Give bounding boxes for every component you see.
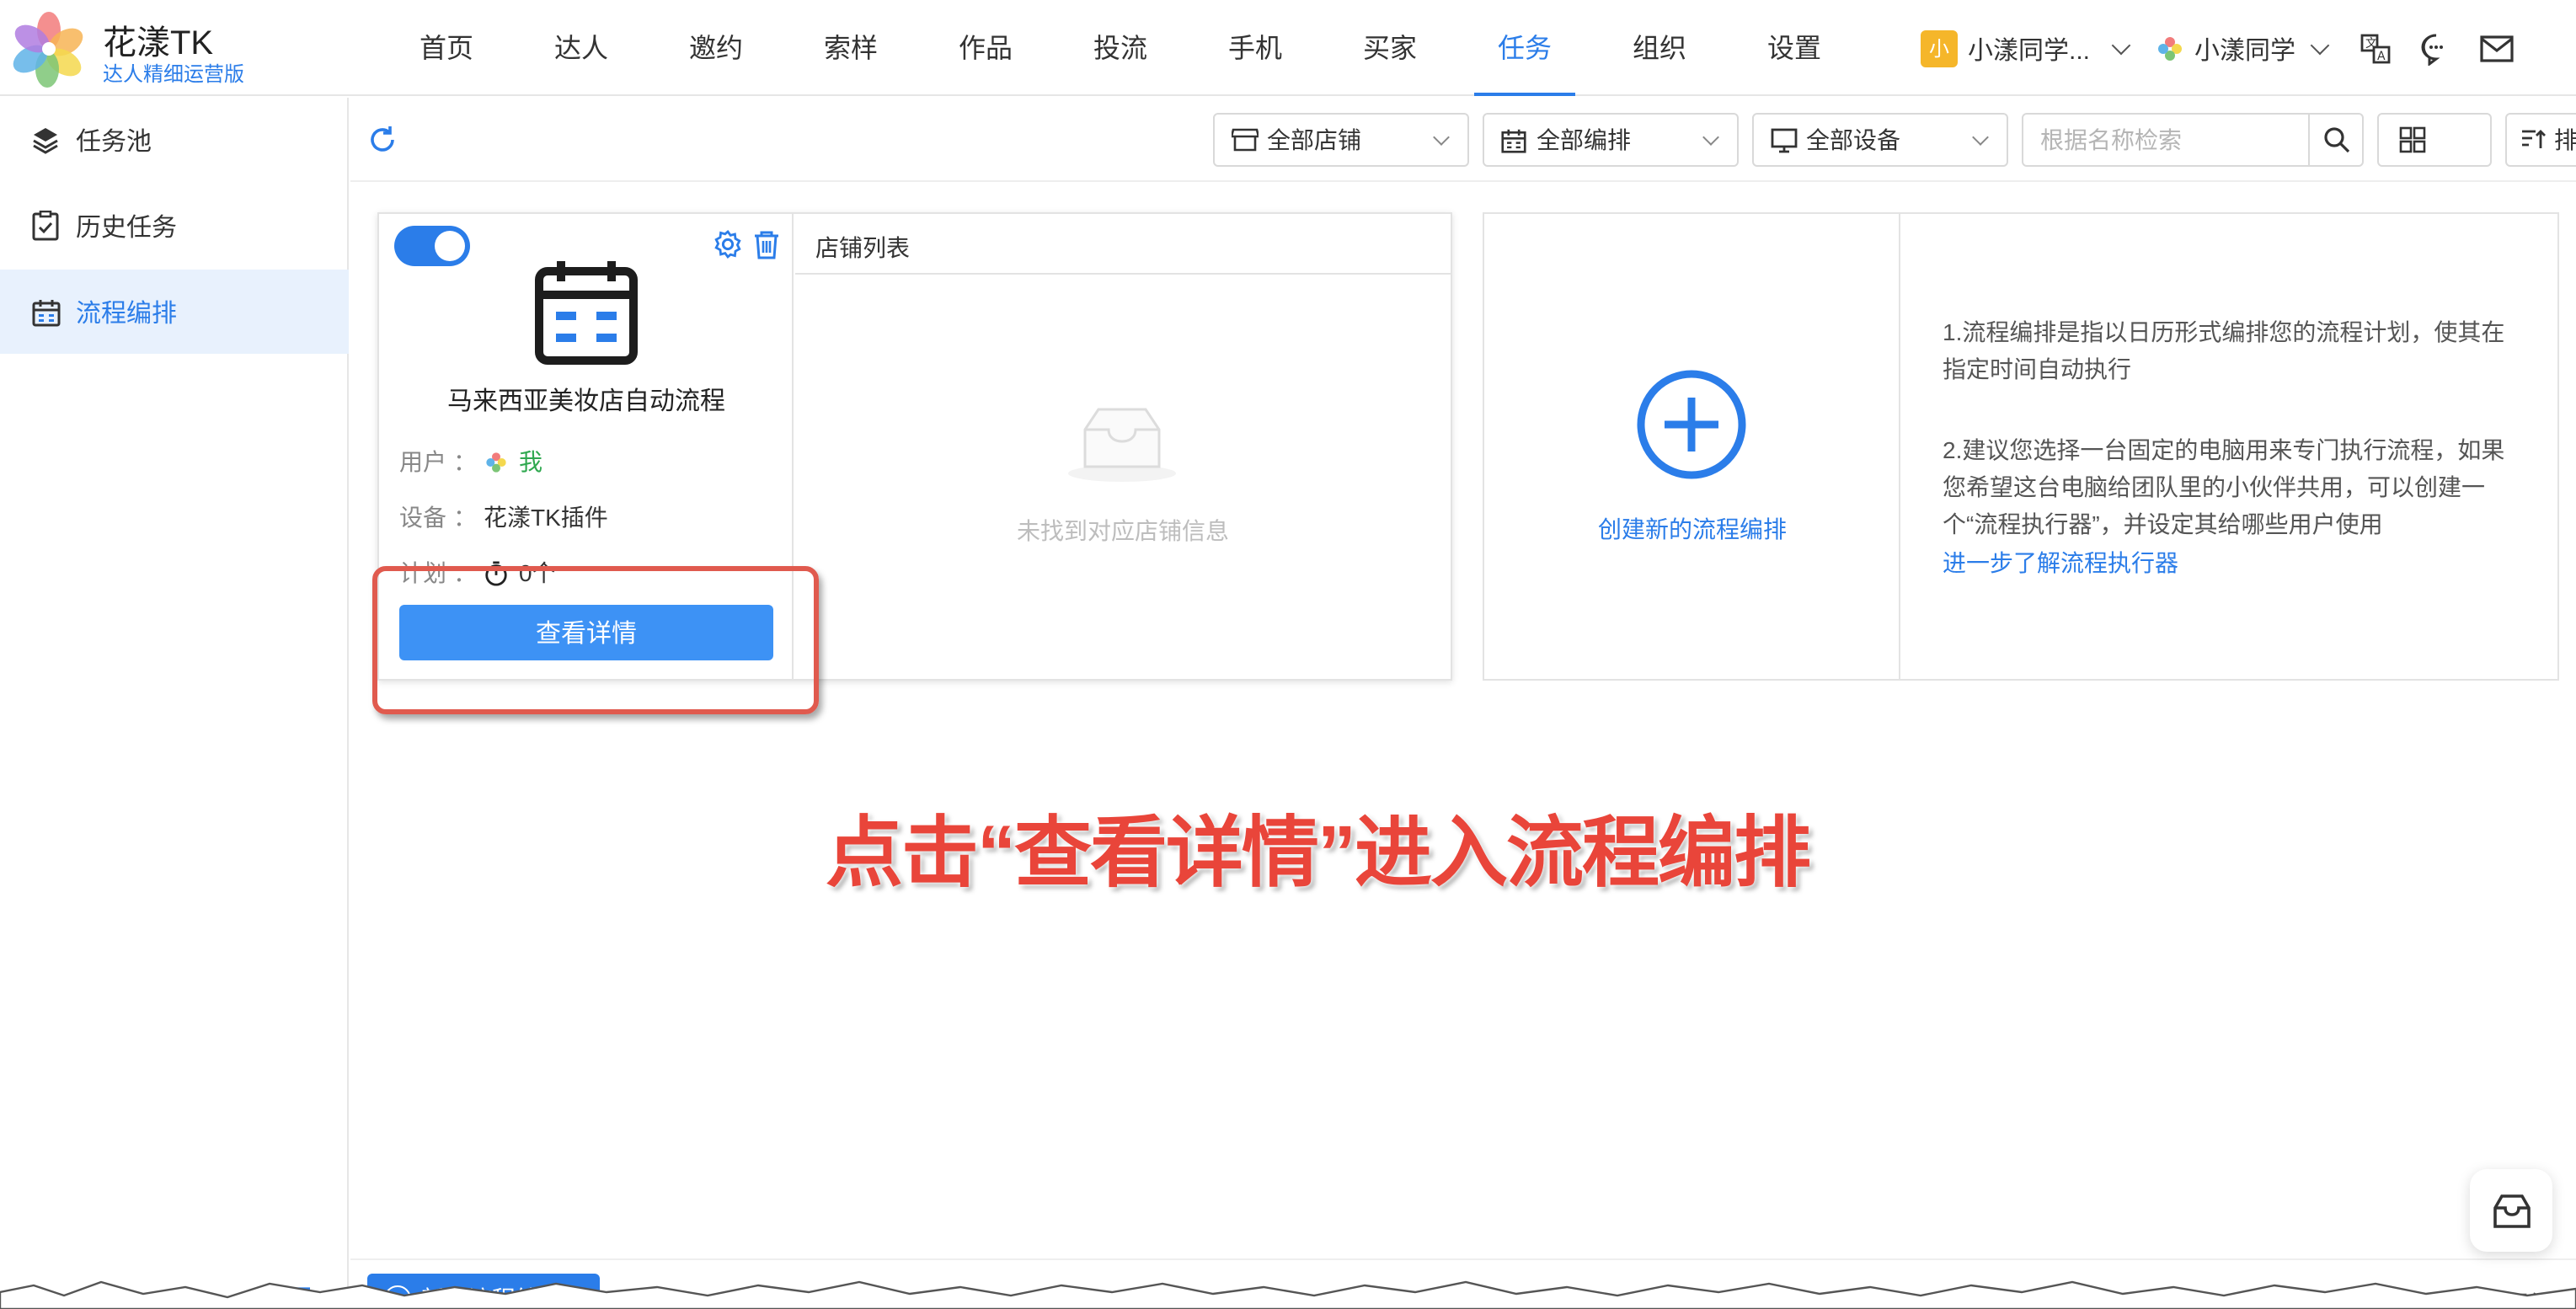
monitor-icon (1771, 126, 1798, 153)
floating-inbox-button[interactable] (2470, 1169, 2552, 1252)
gear-icon[interactable] (713, 229, 743, 259)
store-list-title: 店铺列表 (795, 214, 1451, 275)
top-header: 花漾TK 达人精细运营版 首页 达人 邀约 索样 作品 投流 手机 买家 任务 … (0, 0, 2576, 96)
sidebar-item-label: 历史任务 (76, 213, 178, 242)
layers-icon (30, 125, 61, 155)
team-switcher[interactable]: 小漾同学... (1968, 31, 2090, 67)
user-menu[interactable]: 小漾同学 (2194, 31, 2295, 67)
chevron-down-icon[interactable] (2110, 35, 2130, 56)
calendar-large-icon (535, 261, 638, 365)
nav-buyers[interactable]: 买家 (1323, 0, 1457, 96)
device-select-value: 全部设备 (1806, 126, 1900, 153)
create-flow-link[interactable]: 创建新的流程编排 (1484, 512, 1900, 546)
calendar-icon (1501, 126, 1528, 153)
app-title: 花漾TK (103, 25, 214, 62)
nav-invite[interactable]: 邀约 (649, 0, 783, 96)
nav-ads[interactable]: 投流 (1053, 0, 1188, 96)
flow-enable-toggle[interactable] (394, 226, 470, 266)
sidebar-item-label: 流程编排 (76, 299, 178, 328)
chevron-down-icon[interactable] (2309, 35, 2329, 56)
sidebar: 任务池 历史任务 流程编排 (0, 98, 349, 1309)
chevron-down-icon (1433, 129, 1450, 146)
store-icon (1232, 126, 1259, 153)
chevron-down-icon (1972, 129, 1989, 146)
annotation-text: 点击“查看详情”进入流程编排 (826, 809, 1811, 896)
search-input[interactable] (2023, 115, 2310, 165)
create-desc-2: 2.建议您选择一台固定的电脑用来专门执行流程，如果您希望这台电脑给团队里的小伙伴… (1943, 436, 2505, 537)
calendar-icon (30, 297, 61, 327)
app-logo[interactable]: 花漾TK 达人精细运营版 (10, 10, 330, 88)
device-value: 花漾TK插件 (484, 504, 608, 531)
flow-device-row: 设备 ： 花漾TK插件 (399, 500, 608, 534)
colon: ： (453, 504, 477, 531)
nav-creators[interactable]: 达人 (514, 0, 649, 96)
learn-more-link[interactable]: 进一步了解流程执行器 (1943, 546, 2178, 580)
schedule-select[interactable]: 全部编排 (1483, 113, 1739, 167)
search-icon (2323, 127, 2349, 153)
empty-inbox-icon (1068, 408, 1176, 482)
nav-tasks[interactable]: 任务 (1457, 0, 1592, 96)
toolbar: 全部店铺 全部编排 全部设备 根据名称检索 排 (350, 98, 2576, 182)
app-subtitle: 达人精细运营版 (103, 62, 245, 86)
sort-label: 排序 (2554, 126, 2576, 153)
sort-button[interactable]: 排序 (2505, 113, 2576, 167)
grid-icon (2399, 126, 2426, 153)
torn-edge-decoration (0, 1280, 2576, 1309)
store-select-value: 全部店铺 (1267, 126, 1361, 153)
search-box (2022, 113, 2364, 167)
translate-icon[interactable]: 文A (2356, 30, 2393, 67)
chat-icon[interactable] (2417, 30, 2454, 67)
inbox-icon (2493, 1194, 2530, 1227)
svg-text:文: 文 (2365, 37, 2376, 51)
create-flow-action[interactable]: 创建新的流程编排 (1484, 214, 1900, 679)
user-avatar-icon (486, 451, 506, 472)
sidebar-item-history[interactable]: 历史任务 (0, 184, 349, 268)
main-nav: 首页 达人 邀约 索样 作品 投流 手机 买家 任务 组织 设置 (379, 0, 1862, 96)
nav-home[interactable]: 首页 (379, 0, 514, 96)
search-button[interactable] (2308, 115, 2362, 165)
refresh-icon[interactable] (366, 123, 399, 157)
nav-org[interactable]: 组织 (1592, 0, 1727, 96)
flow-user-row: 用户 ： 我 (399, 445, 542, 478)
sidebar-item-task-pool[interactable]: 任务池 (0, 98, 349, 182)
user-avatar-icon (2157, 37, 2182, 61)
team-badge: 小 (1921, 30, 1958, 67)
sidebar-item-flow[interactable]: 流程编排 (0, 270, 349, 354)
trash-icon[interactable] (751, 229, 782, 259)
create-desc-1: 1.流程编排是指以日历形式编排您的流程计划，使其在指定时间自动执行 (1943, 318, 2505, 382)
schedule-select-value: 全部编排 (1537, 126, 1631, 153)
mail-icon[interactable] (2477, 30, 2515, 67)
nav-works[interactable]: 作品 (918, 0, 1053, 96)
sort-icon (2522, 130, 2546, 148)
nav-samples[interactable]: 索样 (783, 0, 918, 96)
nav-settings[interactable]: 设置 (1727, 0, 1862, 96)
header-right: 小 小漾同学... 小漾同学 文A (1921, 24, 2515, 74)
colon: ： (453, 448, 477, 475)
sidebar-item-label: 任务池 (76, 127, 152, 156)
store-select[interactable]: 全部店铺 (1213, 113, 1469, 167)
chevron-down-icon (1702, 129, 1719, 146)
store-empty-text: 未找到对应店铺信息 (1017, 517, 1229, 544)
create-flow-card: 创建新的流程编排 1.流程编排是指以日历形式编排您的流程计划，使其在指定时间自动… (1483, 212, 2559, 681)
nav-phone[interactable]: 手机 (1188, 0, 1323, 96)
device-label: 设备 (399, 504, 446, 531)
user-label: 用户 (399, 448, 446, 475)
highlight-box (372, 566, 819, 714)
device-select[interactable]: 全部设备 (1752, 113, 2008, 167)
view-mode-select[interactable] (2377, 113, 2492, 167)
flower-logo-icon (13, 12, 83, 88)
flow-name: 马来西亚美妆店自动流程 (446, 387, 725, 416)
user-value: 我 (484, 445, 542, 478)
svg-text:A: A (2376, 50, 2385, 63)
clipboard-icon (30, 211, 61, 241)
plus-circle-icon[interactable] (1634, 367, 1749, 482)
